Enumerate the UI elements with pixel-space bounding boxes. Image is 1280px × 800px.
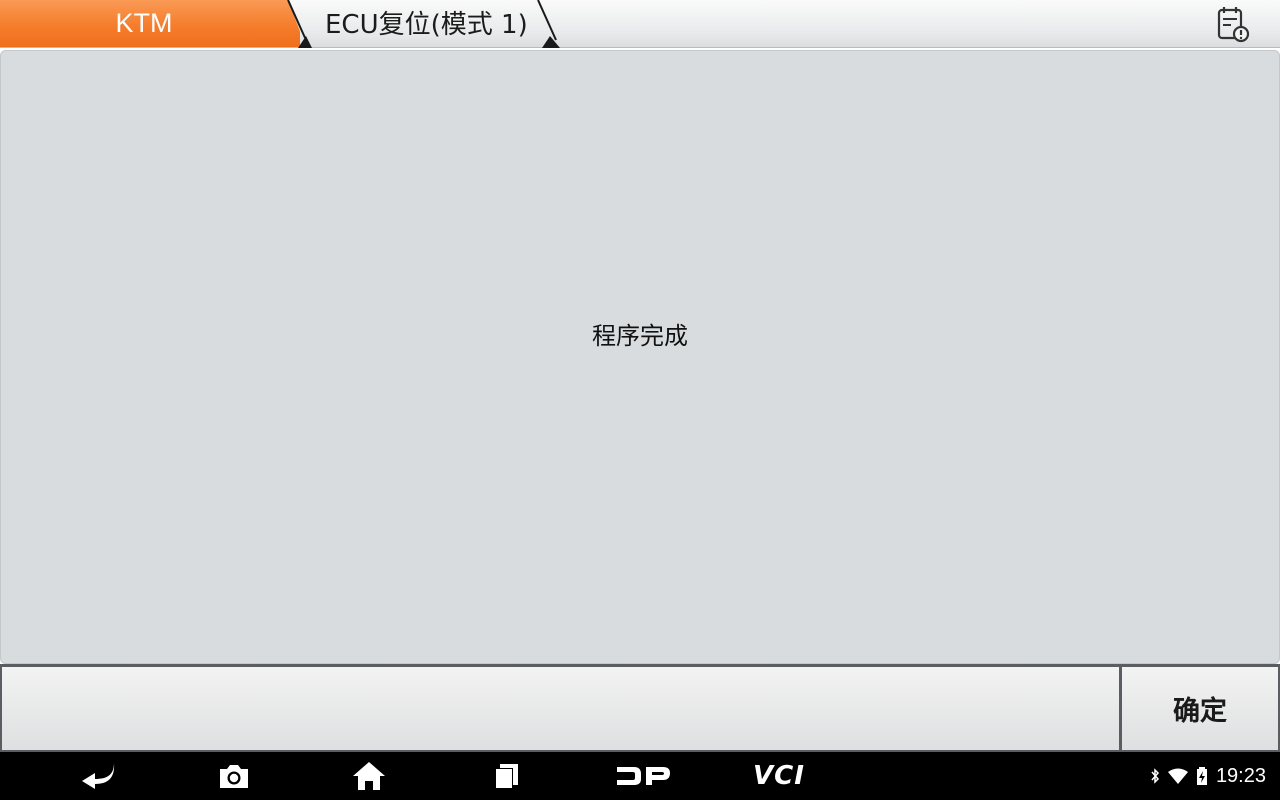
vci-button[interactable]: VCI	[746, 752, 812, 800]
screenshot-icon	[220, 765, 248, 788]
confirm-button[interactable]: 确定	[1122, 667, 1278, 750]
dp-icon: DP	[614, 763, 670, 785]
breadcrumb-separator	[287, 0, 312, 48]
clock: 19:23	[1215, 764, 1266, 787]
recents-button[interactable]	[476, 752, 536, 800]
screenshot-button[interactable]	[204, 752, 264, 800]
svg-text:DP: DP	[614, 763, 616, 764]
system-nav-bar: DP VCI 19:23	[0, 752, 1280, 800]
content-panel: 程序完成	[0, 50, 1280, 664]
breadcrumb-root[interactable]: KTM	[0, 0, 300, 47]
breadcrumb-current[interactable]: ECU复位(模式 1)	[325, 0, 528, 47]
home-icon	[353, 762, 385, 790]
report-icon	[1217, 7, 1250, 43]
home-button[interactable]	[339, 752, 399, 800]
status-area: 19:23	[1150, 752, 1266, 800]
confirm-button-label: 确定	[1173, 696, 1227, 727]
breadcrumb-root-label: KTM	[115, 8, 173, 38]
breadcrumb-separator-end	[537, 0, 560, 48]
report-button[interactable]	[1210, 4, 1254, 44]
recents-icon	[495, 764, 518, 789]
back-icon	[82, 763, 115, 789]
vci-icon: VCI	[753, 761, 805, 791]
action-bar-empty-area	[2, 667, 1119, 750]
action-bar: 确定	[0, 664, 1280, 752]
wifi-icon	[1167, 768, 1188, 784]
top-bar: KTM ECU复位(模式 1)	[0, 0, 1280, 48]
status-message: 程序完成	[592, 322, 688, 350]
back-button[interactable]	[69, 752, 129, 800]
dp-button[interactable]: DP	[611, 752, 675, 800]
bluetooth-icon	[1151, 768, 1159, 784]
battery-icon	[1196, 767, 1207, 785]
